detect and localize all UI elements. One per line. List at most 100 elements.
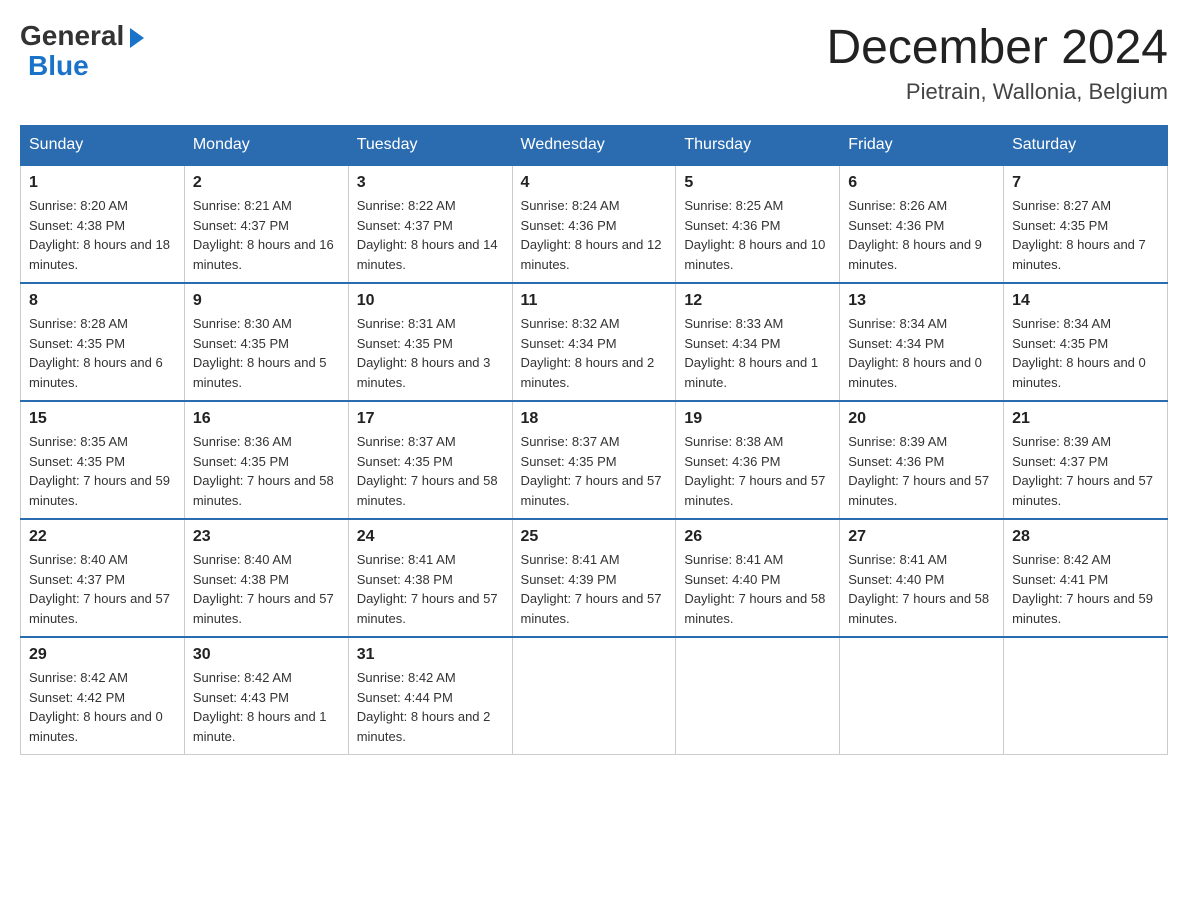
day-number: 19 [684, 410, 831, 428]
calendar-cell [840, 637, 1004, 755]
logo-blue: Blue [28, 50, 89, 82]
day-number: 20 [848, 410, 995, 428]
day-number: 10 [357, 292, 504, 310]
logo: General Blue [20, 20, 144, 82]
calendar-cell: 20 Sunrise: 8:39 AMSunset: 4:36 PMDayligh… [840, 401, 1004, 519]
day-info: Sunrise: 8:39 AMSunset: 4:36 PMDaylight:… [848, 432, 995, 510]
day-info: Sunrise: 8:26 AMSunset: 4:36 PMDaylight:… [848, 196, 995, 274]
calendar-cell: 19 Sunrise: 8:38 AMSunset: 4:36 PMDayligh… [676, 401, 840, 519]
calendar-week-row: 22 Sunrise: 8:40 AMSunset: 4:37 PMDayligh… [21, 519, 1168, 637]
calendar-cell: 23Sunrise: 8:40 AMSunset: 4:38 PMDayligh… [184, 519, 348, 637]
calendar-cell: 11 Sunrise: 8:32 AMSunset: 4:34 PMDayligh… [512, 283, 676, 401]
calendar-cell: 24 Sunrise: 8:41 AMSunset: 4:38 PMDayligh… [348, 519, 512, 637]
logo-arrow-icon [130, 28, 144, 48]
day-number: 3 [357, 174, 504, 192]
calendar-cell: 27 Sunrise: 8:41 AMSunset: 4:40 PMDayligh… [840, 519, 1004, 637]
day-number: 9 [193, 292, 340, 310]
day-number: 28 [1012, 528, 1159, 546]
calendar-cell [1004, 637, 1168, 755]
calendar-header-friday: Friday [840, 126, 1004, 166]
day-info: Sunrise: 8:21 AMSunset: 4:37 PMDaylight:… [193, 196, 340, 274]
calendar-header-sunday: Sunday [21, 126, 185, 166]
day-info: Sunrise: 8:38 AMSunset: 4:36 PMDaylight:… [684, 432, 831, 510]
calendar-cell: 26 Sunrise: 8:41 AMSunset: 4:40 PMDayligh… [676, 519, 840, 637]
day-info: Sunrise: 8:35 AMSunset: 4:35 PMDaylight:… [29, 432, 176, 510]
day-number: 12 [684, 292, 831, 310]
calendar-cell: 30Sunrise: 8:42 AMSunset: 4:43 PMDayligh… [184, 637, 348, 755]
day-info: Sunrise: 8:32 AMSunset: 4:34 PMDaylight:… [521, 314, 668, 392]
day-info: Sunrise: 8:36 AMSunset: 4:35 PMDaylight:… [193, 432, 340, 510]
day-info: Sunrise: 8:34 AMSunset: 4:35 PMDaylight:… [1012, 314, 1159, 392]
calendar-header-saturday: Saturday [1004, 126, 1168, 166]
calendar-cell: 31 Sunrise: 8:42 AMSunset: 4:44 PMDayligh… [348, 637, 512, 755]
day-info: Sunrise: 8:40 AMSunset: 4:37 PMDaylight:… [29, 550, 176, 628]
day-info: Sunrise: 8:37 AMSunset: 4:35 PMDaylight:… [521, 432, 668, 510]
calendar-header-wednesday: Wednesday [512, 126, 676, 166]
day-info: Sunrise: 8:42 AMSunset: 4:41 PMDaylight:… [1012, 550, 1159, 628]
day-number: 11 [521, 292, 668, 310]
day-number: 13 [848, 292, 995, 310]
calendar-table: SundayMondayTuesdayWednesdayThursdayFrid… [20, 125, 1168, 755]
calendar-cell: 12 Sunrise: 8:33 AMSunset: 4:34 PMDayligh… [676, 283, 840, 401]
calendar-cell: 15Sunrise: 8:35 AMSunset: 4:35 PMDayligh… [21, 401, 185, 519]
calendar-cell: 21Sunrise: 8:39 AMSunset: 4:37 PMDayligh… [1004, 401, 1168, 519]
calendar-title-area: December 2024 Pietrain, Wallonia, Belgiu… [826, 20, 1168, 105]
day-info: Sunrise: 8:41 AMSunset: 4:39 PMDaylight:… [521, 550, 668, 628]
calendar-cell: 2 Sunrise: 8:21 AMSunset: 4:37 PMDaylight… [184, 165, 348, 283]
day-info: Sunrise: 8:34 AMSunset: 4:34 PMDaylight:… [848, 314, 995, 392]
day-info: Sunrise: 8:30 AMSunset: 4:35 PMDaylight:… [193, 314, 340, 392]
calendar-cell: 8Sunrise: 8:28 AMSunset: 4:35 PMDaylight… [21, 283, 185, 401]
calendar-cell [676, 637, 840, 755]
day-info: Sunrise: 8:27 AMSunset: 4:35 PMDaylight:… [1012, 196, 1159, 274]
calendar-cell: 3 Sunrise: 8:22 AMSunset: 4:37 PMDaylight… [348, 165, 512, 283]
calendar-cell: 7 Sunrise: 8:27 AMSunset: 4:35 PMDaylight… [1004, 165, 1168, 283]
calendar-header-thursday: Thursday [676, 126, 840, 166]
day-number: 22 [29, 528, 176, 546]
day-info: Sunrise: 8:37 AMSunset: 4:35 PMDaylight:… [357, 432, 504, 510]
day-number: 27 [848, 528, 995, 546]
calendar-cell: 18Sunrise: 8:37 AMSunset: 4:35 PMDayligh… [512, 401, 676, 519]
day-number: 17 [357, 410, 504, 428]
day-number: 31 [357, 646, 504, 664]
day-info: Sunrise: 8:42 AMSunset: 4:44 PMDaylight:… [357, 668, 504, 746]
day-number: 29 [29, 646, 176, 664]
day-info: Sunrise: 8:24 AMSunset: 4:36 PMDaylight:… [521, 196, 668, 274]
day-number: 14 [1012, 292, 1159, 310]
day-number: 5 [684, 174, 831, 192]
calendar-cell: 5 Sunrise: 8:25 AMSunset: 4:36 PMDaylight… [676, 165, 840, 283]
day-info: Sunrise: 8:41 AMSunset: 4:40 PMDaylight:… [684, 550, 831, 628]
calendar-header-monday: Monday [184, 126, 348, 166]
calendar-cell: 17 Sunrise: 8:37 AMSunset: 4:35 PMDayligh… [348, 401, 512, 519]
day-info: Sunrise: 8:20 AMSunset: 4:38 PMDaylight:… [29, 196, 176, 274]
day-number: 24 [357, 528, 504, 546]
calendar-header-row: SundayMondayTuesdayWednesdayThursdayFrid… [21, 126, 1168, 166]
day-info: Sunrise: 8:39 AMSunset: 4:37 PMDaylight:… [1012, 432, 1159, 510]
day-info: Sunrise: 8:33 AMSunset: 4:34 PMDaylight:… [684, 314, 831, 392]
day-number: 16 [193, 410, 340, 428]
day-number: 2 [193, 174, 340, 192]
calendar-cell: 4 Sunrise: 8:24 AMSunset: 4:36 PMDaylight… [512, 165, 676, 283]
calendar-cell: 29 Sunrise: 8:42 AMSunset: 4:42 PMDayligh… [21, 637, 185, 755]
calendar-week-row: 15Sunrise: 8:35 AMSunset: 4:35 PMDayligh… [21, 401, 1168, 519]
day-info: Sunrise: 8:41 AMSunset: 4:40 PMDaylight:… [848, 550, 995, 628]
calendar-header-tuesday: Tuesday [348, 126, 512, 166]
calendar-cell: 9 Sunrise: 8:30 AMSunset: 4:35 PMDaylight… [184, 283, 348, 401]
day-number: 4 [521, 174, 668, 192]
logo-general: General [20, 20, 124, 52]
day-number: 8 [29, 292, 176, 310]
day-info: Sunrise: 8:25 AMSunset: 4:36 PMDaylight:… [684, 196, 831, 274]
calendar-week-row: 8Sunrise: 8:28 AMSunset: 4:35 PMDaylight… [21, 283, 1168, 401]
calendar-cell: 28 Sunrise: 8:42 AMSunset: 4:41 PMDayligh… [1004, 519, 1168, 637]
day-info: Sunrise: 8:22 AMSunset: 4:37 PMDaylight:… [357, 196, 504, 274]
day-info: Sunrise: 8:42 AMSunset: 4:42 PMDaylight:… [29, 668, 176, 746]
day-number: 23 [193, 528, 340, 546]
day-number: 7 [1012, 174, 1159, 192]
day-number: 26 [684, 528, 831, 546]
calendar-cell: 6Sunrise: 8:26 AMSunset: 4:36 PMDaylight… [840, 165, 1004, 283]
calendar-cell [512, 637, 676, 755]
day-info: Sunrise: 8:41 AMSunset: 4:38 PMDaylight:… [357, 550, 504, 628]
calendar-cell: 14 Sunrise: 8:34 AMSunset: 4:35 PMDayligh… [1004, 283, 1168, 401]
day-number: 1 [29, 174, 176, 192]
page-header: General Blue December 2024 Pietrain, Wal… [20, 20, 1168, 105]
calendar-cell: 25Sunrise: 8:41 AMSunset: 4:39 PMDayligh… [512, 519, 676, 637]
